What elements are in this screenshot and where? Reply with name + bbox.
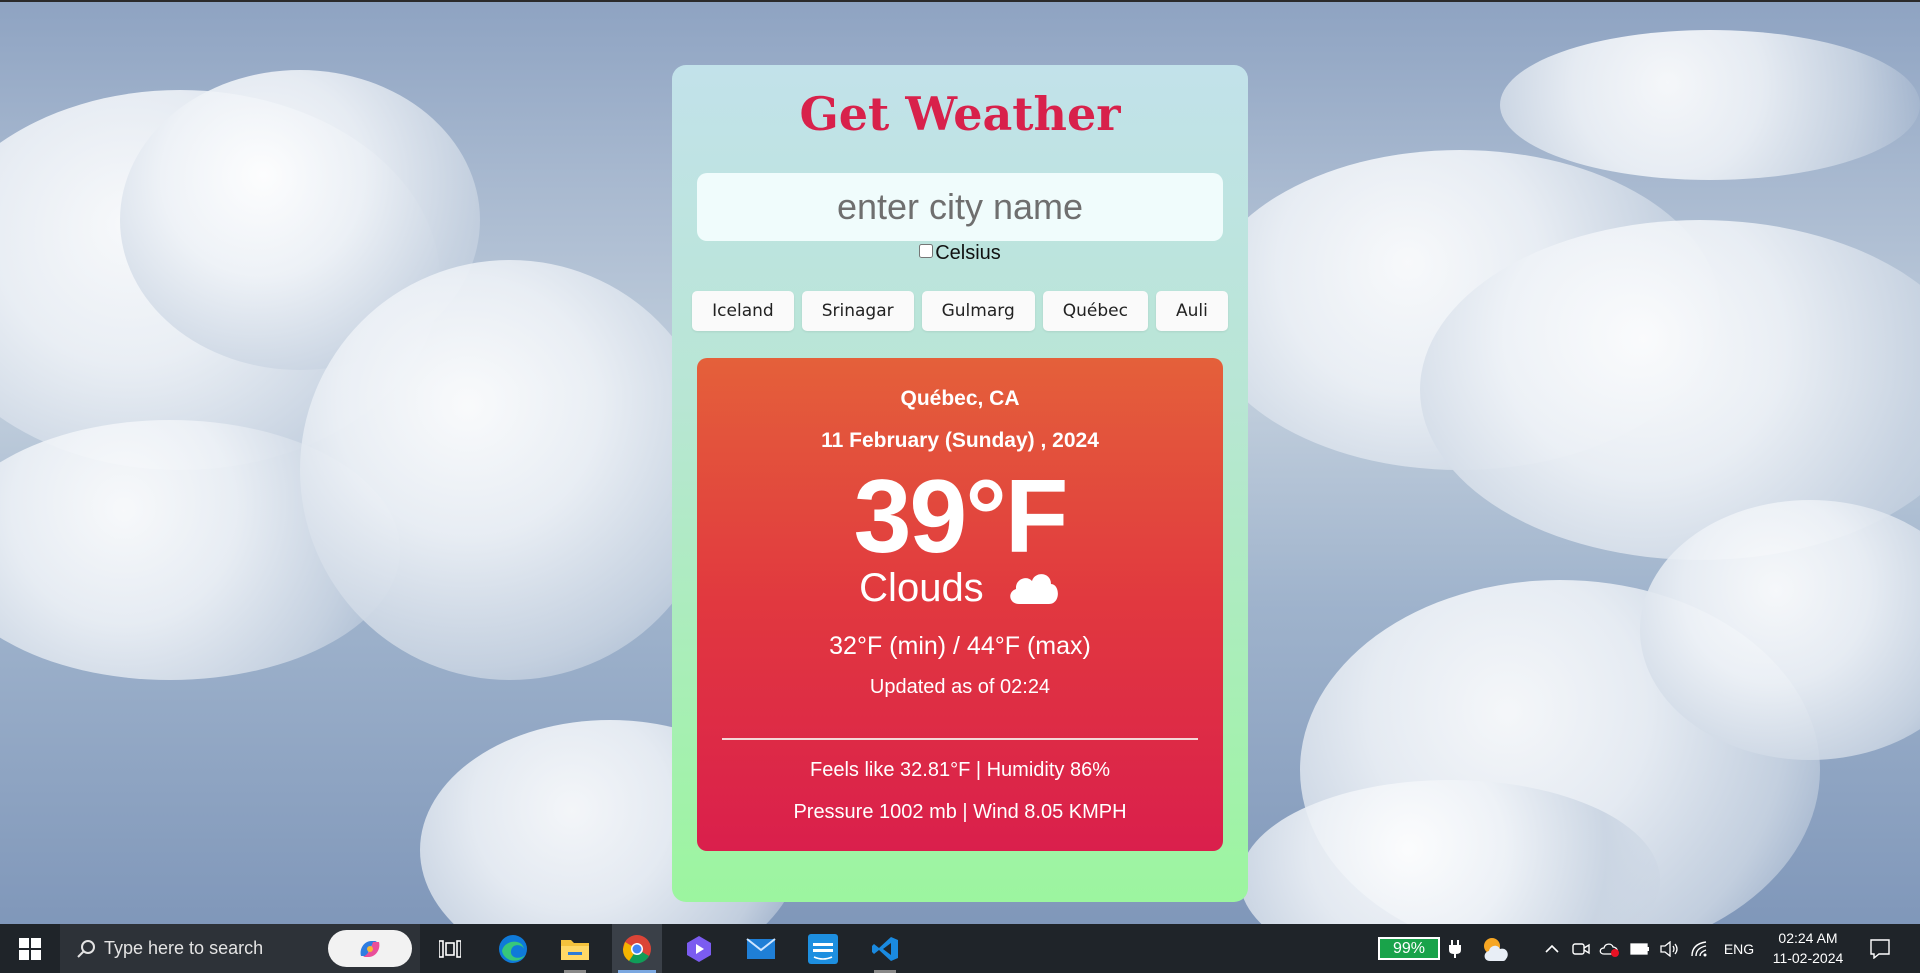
divider: [722, 738, 1198, 740]
cloud-icon: [1005, 566, 1061, 606]
min-max-temperature: 32°F (min) / 44°F (max): [829, 632, 1091, 660]
celsius-toggle[interactable]: Celsius: [672, 242, 1248, 265]
weather-widget-icon[interactable]: [1478, 924, 1514, 973]
clock-date: 11-02-2024: [1772, 950, 1844, 966]
edge-icon: [499, 934, 527, 963]
chrome-icon: [622, 934, 651, 963]
battery-indicator[interactable]: 99%: [1378, 937, 1440, 960]
location-label: Québec, CA: [900, 387, 1020, 410]
mail-app[interactable]: [736, 924, 786, 973]
celsius-checkbox[interactable]: [919, 244, 934, 258]
file-explorer-icon: [561, 939, 589, 960]
chevron-up-icon[interactable]: [1538, 924, 1566, 973]
windows-icon: [19, 937, 41, 960]
city-button-gulmarg[interactable]: Gulmarg: [921, 291, 1035, 331]
start-button[interactable]: [0, 924, 60, 973]
clipchamp-icon: [687, 935, 711, 962]
taskbar-search[interactable]: Type here to search: [60, 924, 420, 973]
battery-icon[interactable]: [1626, 924, 1654, 973]
taskbar-search-placeholder: Type here to search: [104, 938, 264, 958]
city-button-iceland[interactable]: Iceland: [692, 291, 794, 331]
date-label: 11 February (Sunday) , 2024: [821, 429, 1099, 452]
copilot-icon: [360, 940, 380, 957]
taskbar: Type here to search 99% ENG 02:24 AM 11-…: [0, 924, 1920, 973]
clock-time: 02:24 AM: [1778, 930, 1838, 946]
city-button-srinagar[interactable]: Srinagar: [801, 291, 914, 331]
power-plug-icon: [1444, 924, 1466, 973]
onedrive-error-icon[interactable]: [1596, 924, 1624, 973]
task-view-button[interactable]: [425, 924, 475, 973]
mail-icon: [746, 937, 776, 959]
clipchamp-app[interactable]: [674, 924, 724, 973]
vscode-app[interactable]: [860, 924, 910, 973]
language-indicator[interactable]: ENG: [1718, 924, 1760, 973]
city-button-auli[interactable]: Auli: [1155, 291, 1228, 331]
celsius-label: Celsius: [935, 242, 1001, 264]
search-icon: [77, 939, 95, 958]
meet-now-icon[interactable]: [1568, 924, 1594, 973]
condition-label: Clouds: [859, 566, 984, 610]
city-button-quebec[interactable]: Québec: [1042, 291, 1148, 331]
window-top-border: [0, 0, 1920, 2]
weather-card: Get Weather Celsius Iceland Srinagar Gul…: [672, 65, 1248, 902]
city-search-input[interactable]: [697, 173, 1223, 241]
condition-row: Clouds: [697, 564, 1223, 612]
weather-result-panel: Québec, CA 11 February (Sunday) , 2024 3…: [697, 358, 1223, 851]
chrome-app[interactable]: [612, 924, 662, 973]
temperature-value: 39°F: [853, 459, 1069, 575]
page-title: Get Weather: [799, 87, 1121, 141]
notifications-icon[interactable]: [1862, 924, 1898, 973]
copilot-button[interactable]: [328, 930, 412, 967]
file-explorer-app[interactable]: [550, 924, 600, 973]
vscode-icon: [872, 936, 898, 961]
quick-city-buttons: Iceland Srinagar Gulmarg Québec Auli: [672, 291, 1248, 331]
feels-like-humidity: Feels like 32.81°F | Humidity 86%: [810, 759, 1110, 781]
task-view-icon: [439, 939, 461, 958]
prime-video-icon: [808, 933, 838, 964]
pressure-wind: Pressure 1002 mb | Wind 8.05 KMPH: [793, 801, 1127, 823]
edge-app[interactable]: [488, 924, 538, 973]
updated-time: Updated as of 02:24: [869, 676, 1051, 698]
prime-video-app[interactable]: [798, 924, 848, 973]
wifi-icon[interactable]: [1686, 924, 1714, 973]
volume-icon[interactable]: [1656, 924, 1684, 973]
clock[interactable]: 02:24 AM 11-02-2024: [1760, 928, 1856, 968]
